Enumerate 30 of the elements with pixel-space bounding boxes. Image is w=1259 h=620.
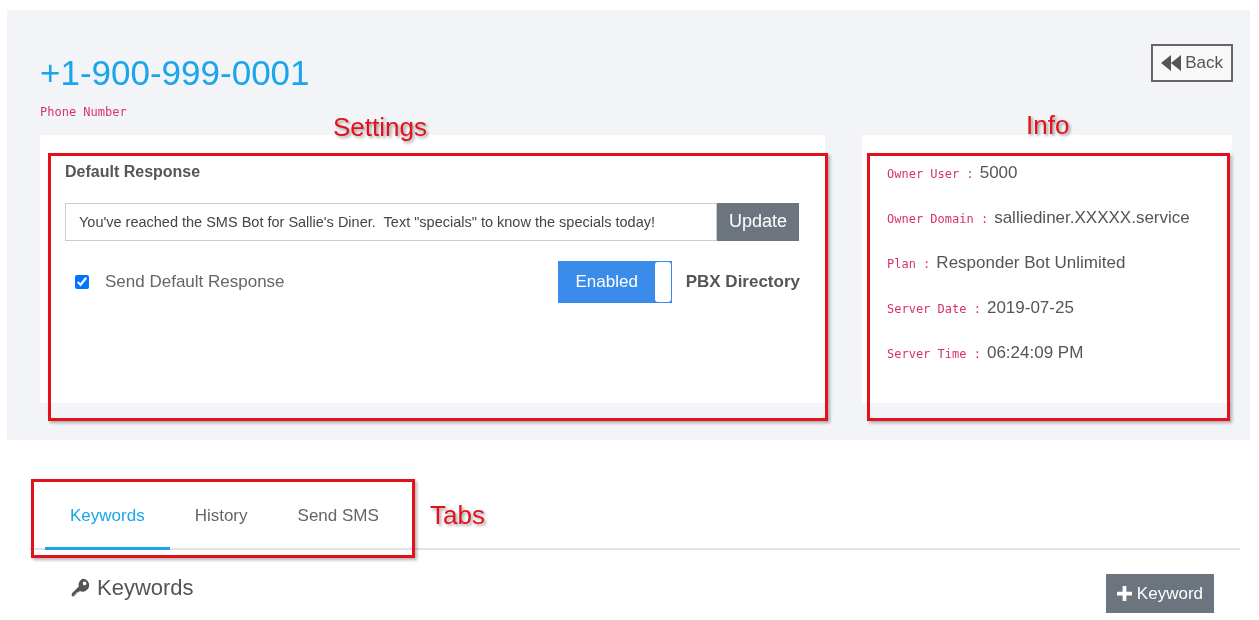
tab[interactable]: History [169, 484, 273, 550]
info-value: Responder Bot Unlimited [936, 252, 1126, 273]
phone-number-caption: Phone Number [40, 104, 128, 119]
back-button[interactable]: Back [1151, 44, 1233, 82]
info-key: Plan : [887, 256, 931, 271]
enabled-toggle[interactable]: Enabled [557, 260, 672, 303]
annotation-label: Settings [333, 112, 427, 143]
info-value: 2019-07-25 [986, 297, 1074, 318]
response-input-field[interactable]: You've reached the SMS Bot for Sallie's Diner. Text "specials" to know the specials today! [65, 202, 717, 241]
keywords-heading: Keywords [69, 574, 194, 601]
send-default-checkbox[interactable] [75, 274, 89, 289]
tab[interactable]: Send SMS [272, 484, 404, 550]
annotation-label: Tabs [430, 500, 485, 531]
info-key: Server Time : [887, 346, 981, 361]
info-key: Server Date : [887, 301, 981, 316]
key-icon [69, 576, 91, 599]
update-button[interactable]: Update [717, 202, 799, 241]
info-key: Owner Domain : [887, 211, 989, 226]
plus-icon [1116, 586, 1132, 601]
send-default-label: Send Default Response [105, 271, 285, 292]
info-value: salliediner.XXXXX.service [994, 207, 1190, 228]
info-value: 06:24:09 PM [986, 342, 1084, 363]
add-keyword-button[interactable]: Keyword [1105, 574, 1214, 613]
info-value: 5000 [979, 162, 1018, 183]
default-response-heading: Default Response [65, 162, 202, 181]
rewind-icon [1161, 55, 1182, 71]
info-key: Owner User : [887, 166, 974, 181]
pbx-directory-label: PBX Directory [685, 271, 800, 292]
phone-number-title: +1-900-999-0001 [40, 54, 310, 93]
annotation-label: Info [1026, 110, 1070, 141]
